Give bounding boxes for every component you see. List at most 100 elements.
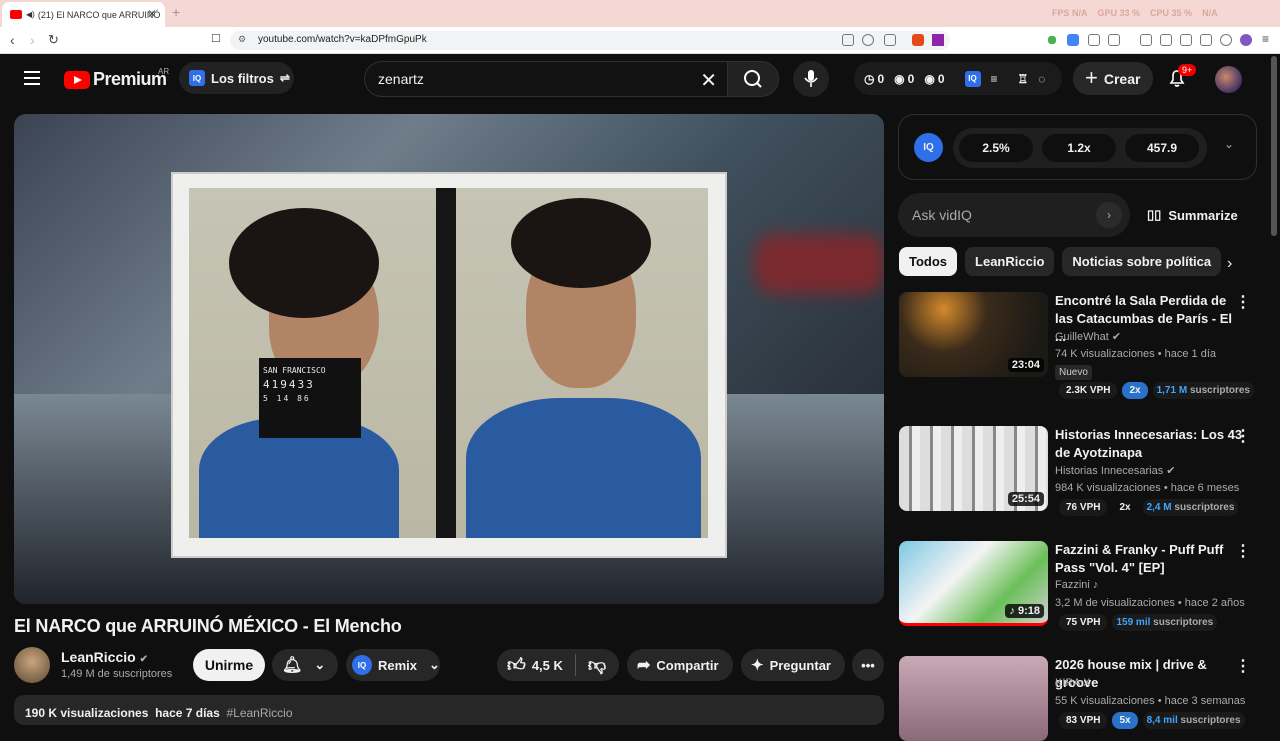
- ask-vidiq-placeholder: Ask vidIQ: [912, 207, 972, 223]
- list-item[interactable]: 25:54 Historias Innecesarias: Los 43 de …: [899, 426, 1259, 536]
- rec-channel-text: Fazzini: [1055, 579, 1090, 591]
- filters-button[interactable]: IQ Los filtros ⇌: [179, 62, 294, 94]
- downloads-icon[interactable]: [1108, 34, 1120, 46]
- back-icon[interactable]: ‹: [10, 32, 15, 48]
- forward-icon[interactable]: ›: [30, 32, 35, 48]
- share-button[interactable]: ➦ Compartir: [627, 649, 733, 681]
- address-bar-row: ‹ › ↻ ☐ ⚙ youtube.com/watch?v=kaDPfmGpuP…: [0, 27, 1280, 54]
- more-icon[interactable]: ⋮: [1235, 541, 1251, 561]
- ask-label: Preguntar: [769, 657, 831, 673]
- vpn-icon[interactable]: [1220, 34, 1232, 46]
- rec-title[interactable]: Fazzini & Franky - Puff Puff Pass "Vol. …: [1055, 541, 1245, 577]
- hamburger-menu-icon[interactable]: [24, 71, 40, 85]
- create-button[interactable]: + Crear: [1073, 62, 1153, 95]
- more-icon[interactable]: ⋮: [1235, 292, 1251, 312]
- like-count[interactable]: 4,5 K: [532, 658, 563, 673]
- voice-search-button[interactable]: [793, 61, 829, 97]
- site-info-icon[interactable]: ⚙: [238, 34, 246, 45]
- hashtag[interactable]: #LeanRiccio: [226, 706, 292, 720]
- ask-vidiq-input[interactable]: Ask vidIQ ›: [898, 193, 1130, 237]
- search-input[interactable]: zenartz ✕: [364, 61, 728, 97]
- mugshot-profile: SAN FRANCISCO 419433 5 14 86: [189, 188, 436, 538]
- rec-channel[interactable]: KIRA X: [1055, 677, 1090, 689]
- reload-icon[interactable]: ↻: [48, 32, 59, 48]
- vidiq-stats-bar[interactable]: ◷ 0 ◉ 0 ◉ 0 IQ ≡ ♖ ◌: [854, 62, 1062, 95]
- video-thumbnail[interactable]: [899, 656, 1048, 741]
- bookmark-icon[interactable]: ☐: [211, 32, 221, 45]
- brave-shield-icon[interactable]: [912, 34, 924, 46]
- more-icon[interactable]: ⋮: [1235, 656, 1251, 676]
- search-button[interactable]: [727, 61, 779, 97]
- rewards-icon[interactable]: [932, 34, 944, 46]
- rec-title[interactable]: Historias Innecesarias: Los 43 de Ayotzi…: [1055, 426, 1245, 462]
- like-icon[interactable]: 👍︎: [507, 654, 526, 676]
- country-code: AR: [158, 67, 170, 76]
- list-icon[interactable]: ≡: [991, 72, 998, 86]
- ext-green-icon[interactable]: [1048, 36, 1056, 44]
- vidiq-stat-2: 1.2x: [1042, 134, 1116, 162]
- leo-icon[interactable]: [1200, 34, 1212, 46]
- gpu-stat: GPU 33 %: [1097, 8, 1141, 18]
- summarize-button[interactable]: ▯▯ Summarize: [1147, 207, 1238, 223]
- mugshot-placard: SAN FRANCISCO 419433 5 14 86: [259, 358, 361, 438]
- cast-icon[interactable]: [842, 34, 854, 46]
- system-stats: FPS N/A GPU 33 % CPU 35 % N/A: [1052, 8, 1218, 18]
- multiplier-badge: 2x: [1122, 382, 1148, 399]
- channel-name[interactable]: LeanRiccio ✔: [61, 649, 148, 665]
- zoom-icon[interactable]: [862, 34, 874, 46]
- chip-todos[interactable]: Todos: [899, 247, 958, 276]
- avatar[interactable]: [1215, 66, 1242, 93]
- channel-avatar[interactable]: [14, 647, 50, 683]
- rec-channel[interactable]: GuilleWhat ✔: [1055, 330, 1121, 343]
- clear-search-icon[interactable]: ✕: [700, 68, 717, 93]
- trophy-icon[interactable]: ♖: [1018, 72, 1029, 86]
- placard-line-2: 419433: [263, 378, 315, 391]
- wallet-icon[interactable]: [1180, 34, 1192, 46]
- remix-button[interactable]: IQ Remix ⌄: [346, 649, 440, 681]
- vidiq-icon[interactable]: IQ: [964, 70, 981, 87]
- channel-name-text: LeanRiccio: [61, 649, 136, 665]
- rec-channel[interactable]: Historias Innecesarias ✔: [1055, 464, 1176, 477]
- like-dislike-group: 👍︎ 4,5 K 👎︎: [497, 649, 619, 681]
- subscribe-bell-button[interactable]: 🔔︎ ⌄: [272, 649, 338, 681]
- video-thumbnail[interactable]: 25:54: [899, 426, 1048, 511]
- vidiq-stat-3: 457.9: [1125, 134, 1199, 162]
- translate-icon[interactable]: [1067, 34, 1079, 46]
- send-icon[interactable]: ›: [1096, 202, 1122, 228]
- ask-button[interactable]: ✦ Preguntar: [741, 649, 845, 681]
- chat-icon[interactable]: ◌: [1038, 72, 1045, 86]
- video-thumbnail[interactable]: 23:04: [899, 292, 1048, 377]
- chevron-down-icon[interactable]: ⌄: [1224, 137, 1234, 151]
- share-page-icon[interactable]: [884, 34, 896, 46]
- list-item[interactable]: 23:04 Encontré la Sala Perdida de las Ca…: [899, 292, 1259, 402]
- vidiq-logo-icon[interactable]: IQ: [914, 133, 943, 162]
- sparkle-icon: ✦: [751, 657, 764, 674]
- more-actions-button[interactable]: •••: [852, 649, 884, 681]
- video-thumbnail[interactable]: ♪ 9:18: [899, 541, 1048, 626]
- chip-politics[interactable]: Noticias sobre política: [1062, 247, 1222, 276]
- dislike-icon[interactable]: 👎︎: [588, 654, 606, 676]
- more-icon[interactable]: ⋮: [1235, 426, 1251, 446]
- profile-icon[interactable]: [1240, 34, 1252, 46]
- filters-label: Los filtros: [211, 70, 274, 86]
- rec-channel[interactable]: Fazzini ♪: [1055, 579, 1098, 591]
- video-description-box[interactable]: 190 K visualizaciones hace 7 días #LeanR…: [14, 695, 884, 725]
- video-player[interactable]: SAN FRANCISCO 419433 5 14 86: [14, 114, 884, 604]
- list-item[interactable]: 2026 house mix | drive & groove ⋮ KIRA X…: [899, 656, 1259, 741]
- sidebar-icon[interactable]: [1160, 34, 1172, 46]
- filter-chips: Todos LeanRiccio Noticias sobre política: [899, 247, 1222, 276]
- list-item[interactable]: ♪ 9:18 Fazzini & Franky - Puff Puff Pass…: [899, 541, 1259, 651]
- music-icon[interactable]: [1140, 34, 1152, 46]
- scrollbar[interactable]: [1271, 56, 1277, 236]
- browser-tab[interactable]: ◀) (21) El NARCO que ARRUINÓ ✕: [2, 2, 165, 27]
- video-title: El NARCO que ARRUINÓ MÉXICO - El Mencho: [14, 616, 402, 636]
- extensions-icon[interactable]: [1088, 34, 1100, 46]
- youtube-premium-logo[interactable]: Premium AR: [64, 67, 170, 90]
- chip-channel[interactable]: LeanRiccio: [965, 247, 1055, 276]
- new-tab-button[interactable]: +: [172, 4, 180, 20]
- bell-icon: 🔔︎: [282, 657, 303, 674]
- close-tab-icon[interactable]: ✕: [147, 7, 157, 21]
- join-button[interactable]: Unirme: [193, 649, 265, 681]
- chevron-right-icon[interactable]: ›: [1227, 255, 1232, 273]
- menu-icon[interactable]: ≡: [1262, 32, 1269, 46]
